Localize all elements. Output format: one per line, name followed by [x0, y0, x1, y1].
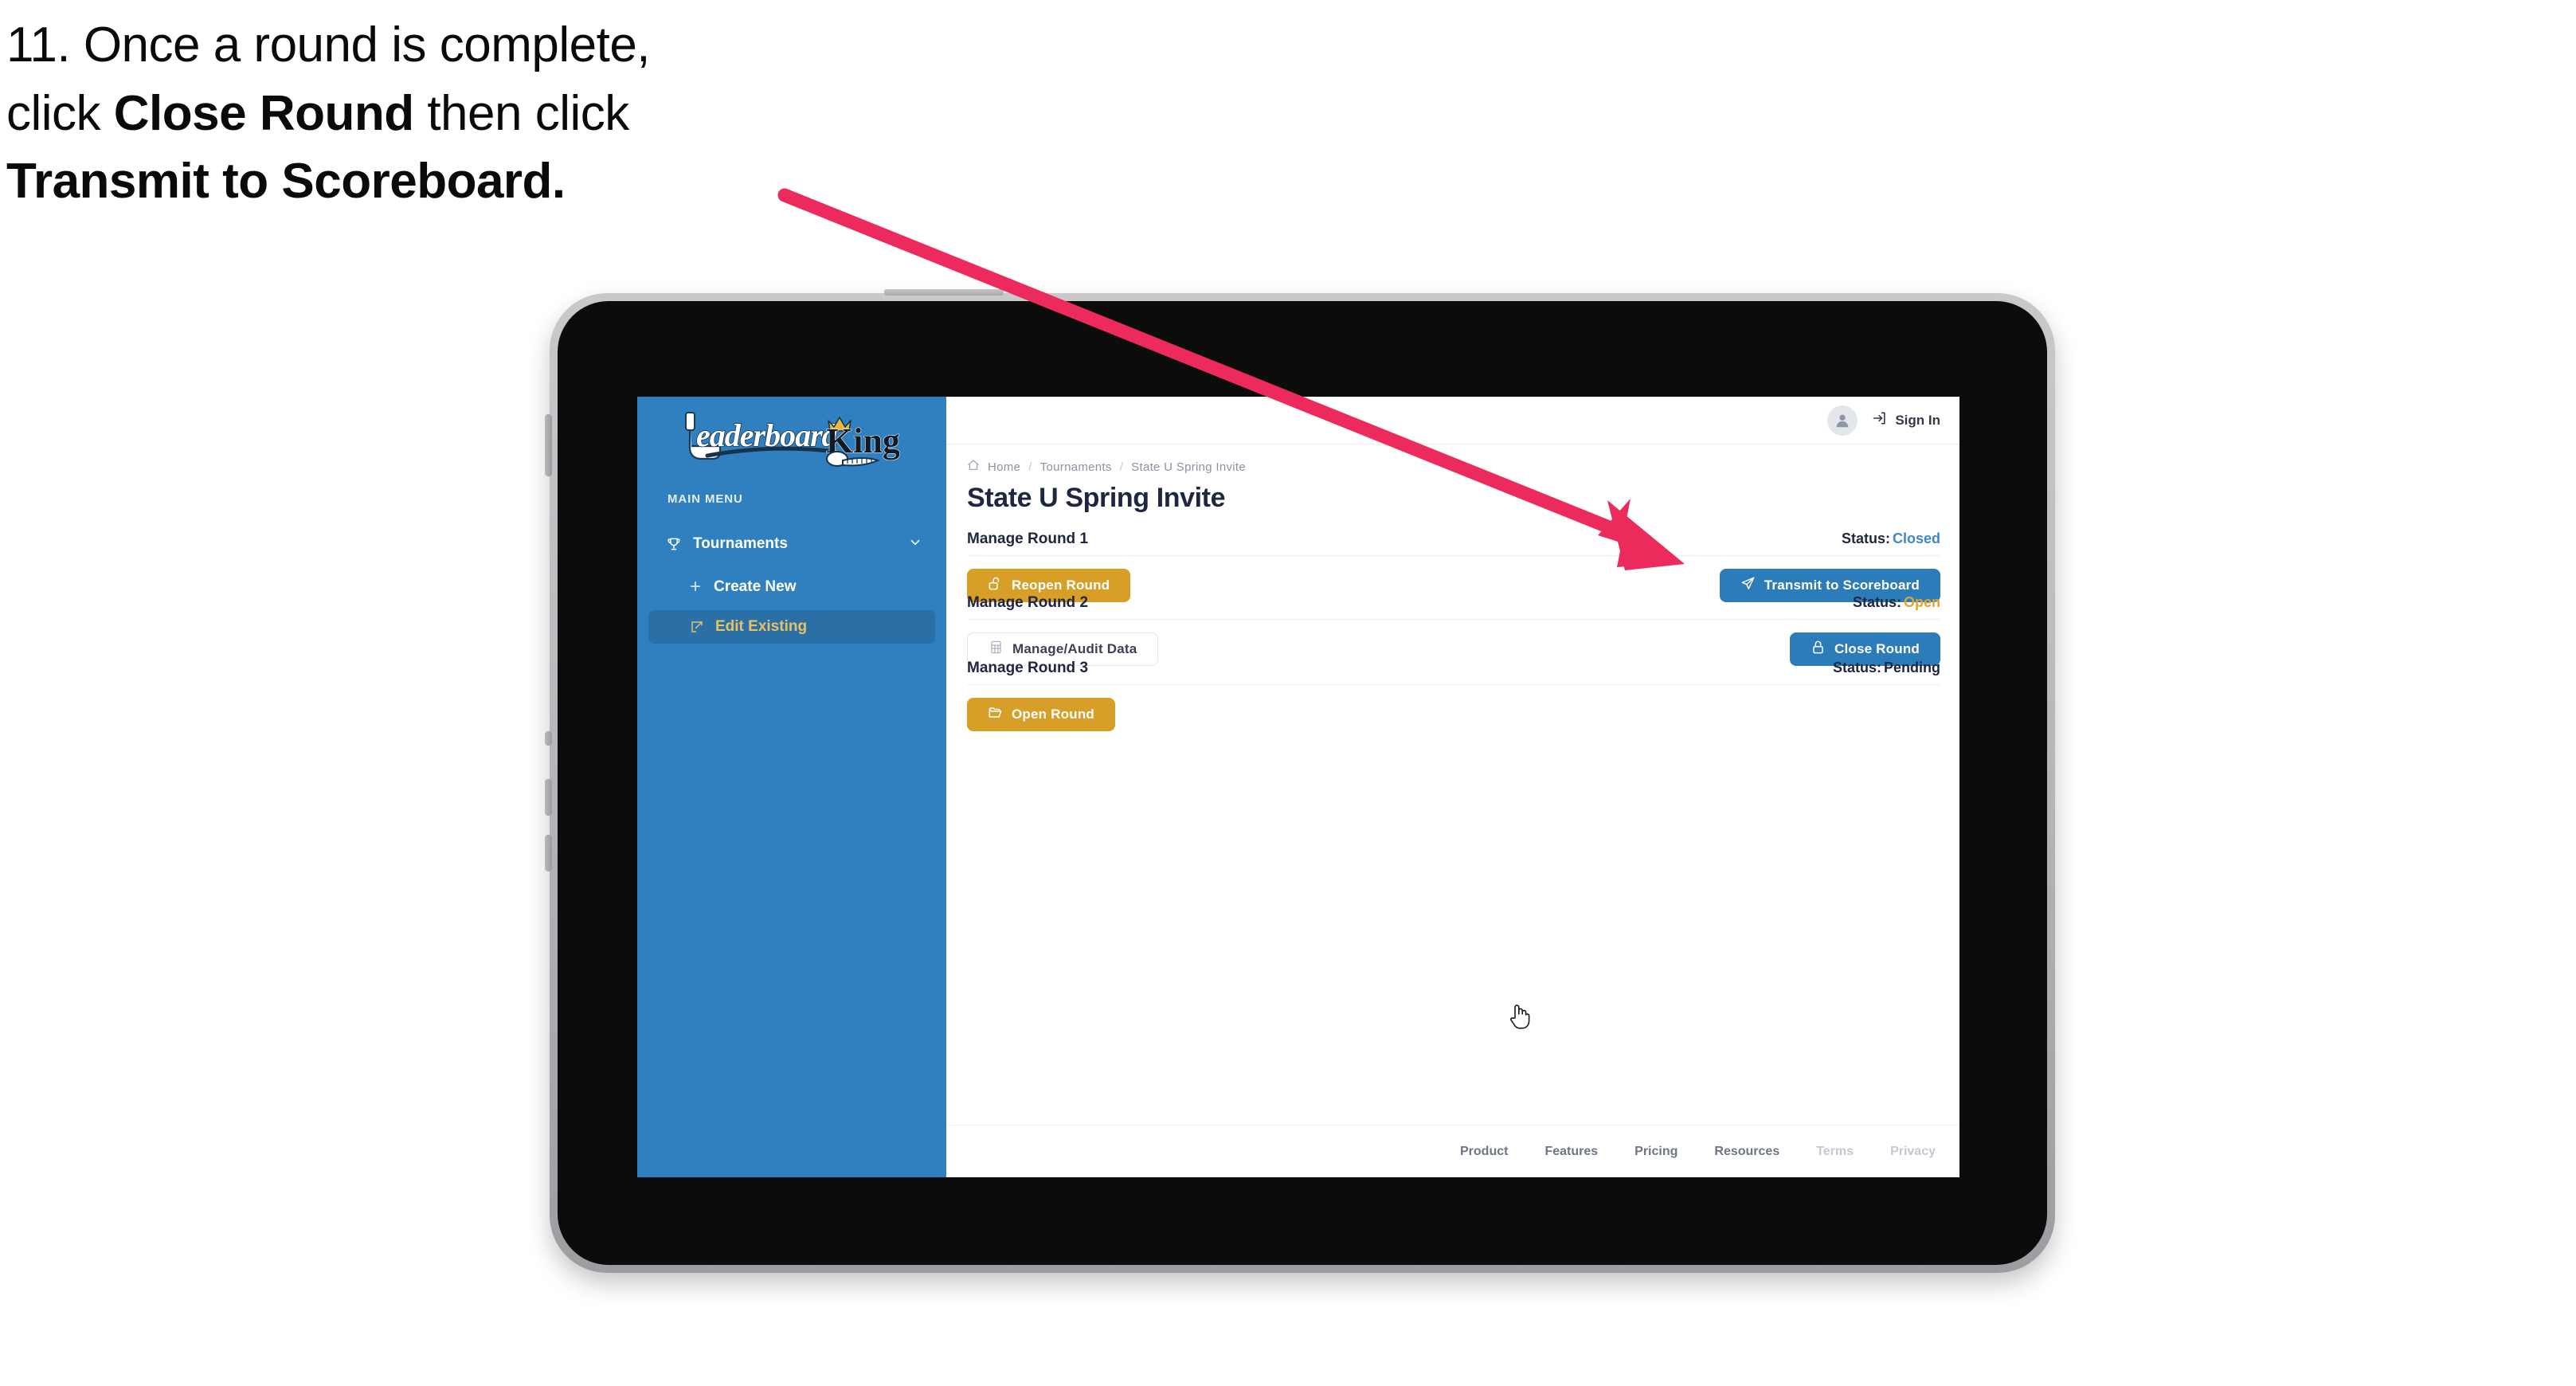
open-round-button[interactable]: Open Round	[967, 698, 1115, 731]
breadcrumb-separator: /	[1119, 460, 1124, 474]
caption-close-round-emphasis: Close Round	[113, 85, 414, 141]
mouse-cursor-pointing-hand	[1507, 1002, 1531, 1035]
round-1-status-value: Closed	[1892, 531, 1940, 546]
footer: Product Features Pricing Resources Terms…	[946, 1125, 1959, 1177]
avatar[interactable]	[1827, 405, 1858, 436]
lock-icon	[1811, 640, 1826, 659]
sidebar-section-label: MAIN MENU	[667, 492, 743, 506]
round-3-status: Status: Pending	[1833, 660, 1940, 676]
round-3-header: Manage Round 3 Status: Pending	[967, 660, 1940, 685]
footer-link-privacy[interactable]: Privacy	[1890, 1145, 1936, 1159]
svg-text:eaderboard: eaderboard	[696, 417, 839, 453]
volume-down-button[interactable]	[545, 835, 552, 871]
reopen-round-label: Reopen Round	[1012, 578, 1110, 593]
caption-transmit-emphasis: Transmit to Scoreboard.	[6, 154, 566, 209]
sidebar-item-edit-existing-label: Edit Existing	[715, 618, 808, 635]
leaderboardking-logo-icon: eaderboard King	[685, 412, 900, 467]
chevron-down-icon[interactable]	[908, 535, 922, 554]
manage-audit-data-label: Manage/Audit Data	[1012, 641, 1137, 656]
round-3-name: Manage Round 3	[967, 660, 1089, 676]
spreadsheet-grid-icon	[989, 640, 1004, 659]
breadcrumb: Home / Tournaments / State U Spring Invi…	[967, 459, 1246, 475]
trophy-icon	[666, 536, 687, 552]
sign-in-button[interactable]: Sign In	[1872, 410, 1940, 430]
sign-in-label: Sign In	[1895, 412, 1940, 428]
edit-square-icon	[690, 620, 711, 634]
close-round-label: Close Round	[1834, 641, 1920, 656]
app-viewport: eaderboard King MAIN MENU Tournaments + …	[637, 397, 1959, 1177]
breadcrumb-item-tournaments[interactable]: Tournaments	[1040, 460, 1112, 474]
footer-link-features[interactable]: Features	[1544, 1145, 1598, 1159]
round-2-header: Manage Round 2 Status: Open	[967, 594, 1940, 620]
main-content: Sign In Home / Tournaments / State U Spr…	[946, 397, 1959, 1177]
send-paper-plane-icon	[1740, 576, 1756, 595]
caption-line-1-text: 11. Once a round is complete,	[6, 18, 651, 72]
footer-link-product[interactable]: Product	[1460, 1145, 1508, 1159]
round-1-name: Manage Round 1	[967, 531, 1089, 547]
login-arrow-icon	[1872, 410, 1888, 430]
breadcrumb-separator: /	[1028, 460, 1032, 474]
round-section-1: Manage Round 1 Status: Closed Reopen Roun…	[967, 531, 1940, 602]
round-section-2: Manage Round 2 Status: Open Manage/Audit …	[967, 594, 1940, 666]
home-icon[interactable]	[967, 459, 980, 475]
sidebar-item-tournaments-label: Tournaments	[693, 535, 788, 552]
footer-link-terms[interactable]: Terms	[1816, 1145, 1854, 1159]
breadcrumb-item-current: State U Spring Invite	[1131, 460, 1247, 474]
caption-line-2: click Close Round then click	[6, 80, 851, 148]
sidebar-item-create-new-label: Create New	[714, 578, 797, 595]
caption-line-1: 11. Once a round is complete,	[6, 11, 851, 80]
open-folder-icon	[988, 705, 1003, 724]
unlock-icon	[988, 576, 1003, 595]
sidebar: eaderboard King MAIN MENU Tournaments + …	[637, 397, 946, 1177]
caption-line-2-prefix: click	[6, 85, 114, 141]
open-round-label: Open Round	[1012, 707, 1094, 722]
plus-icon: +	[690, 576, 702, 597]
footer-link-resources[interactable]: Resources	[1714, 1145, 1779, 1159]
sidebar-item-tournaments[interactable]: Tournaments	[648, 527, 935, 561]
sidebar-item-edit-existing[interactable]: Edit Existing	[648, 610, 935, 644]
round-section-3: Manage Round 3 Status: Pending Open Round	[967, 660, 1940, 731]
sidebar-item-create-new[interactable]: + Create New	[648, 570, 935, 604]
round-1-status-label: Status:	[1841, 531, 1890, 546]
round-3-status-label: Status:	[1832, 660, 1881, 675]
round-2-status-label: Status:	[1852, 594, 1901, 610]
round-2-status-value: Open	[1903, 594, 1940, 610]
page-title: State U Spring Invite	[967, 483, 1226, 513]
instruction-caption: 11. Once a round is complete, click Clos…	[6, 11, 851, 216]
power-button[interactable]	[545, 414, 552, 476]
round-1-status: Status: Closed	[1842, 531, 1940, 547]
top-bar: Sign In	[946, 397, 1959, 444]
footer-link-pricing[interactable]: Pricing	[1634, 1145, 1678, 1159]
round-3-actions: Open Round	[967, 698, 1940, 731]
volume-up-button[interactable]	[545, 779, 552, 816]
caption-line-2-suffix: then click	[413, 85, 629, 141]
round-1-header: Manage Round 1 Status: Closed	[967, 531, 1940, 556]
caption-line-3: Transmit to Scoreboard.	[6, 147, 851, 216]
round-3-status-value: Pending	[1884, 660, 1940, 675]
top-speaker-grille	[884, 289, 1004, 296]
round-2-status: Status: Open	[1853, 594, 1940, 611]
app-logo[interactable]: eaderboard King	[637, 409, 946, 481]
transmit-to-scoreboard-label: Transmit to Scoreboard	[1764, 578, 1920, 593]
side-port	[545, 731, 552, 746]
round-2-name: Manage Round 2	[967, 594, 1089, 611]
breadcrumb-item-home[interactable]: Home	[988, 460, 1020, 474]
user-avatar-icon	[1836, 414, 1849, 427]
